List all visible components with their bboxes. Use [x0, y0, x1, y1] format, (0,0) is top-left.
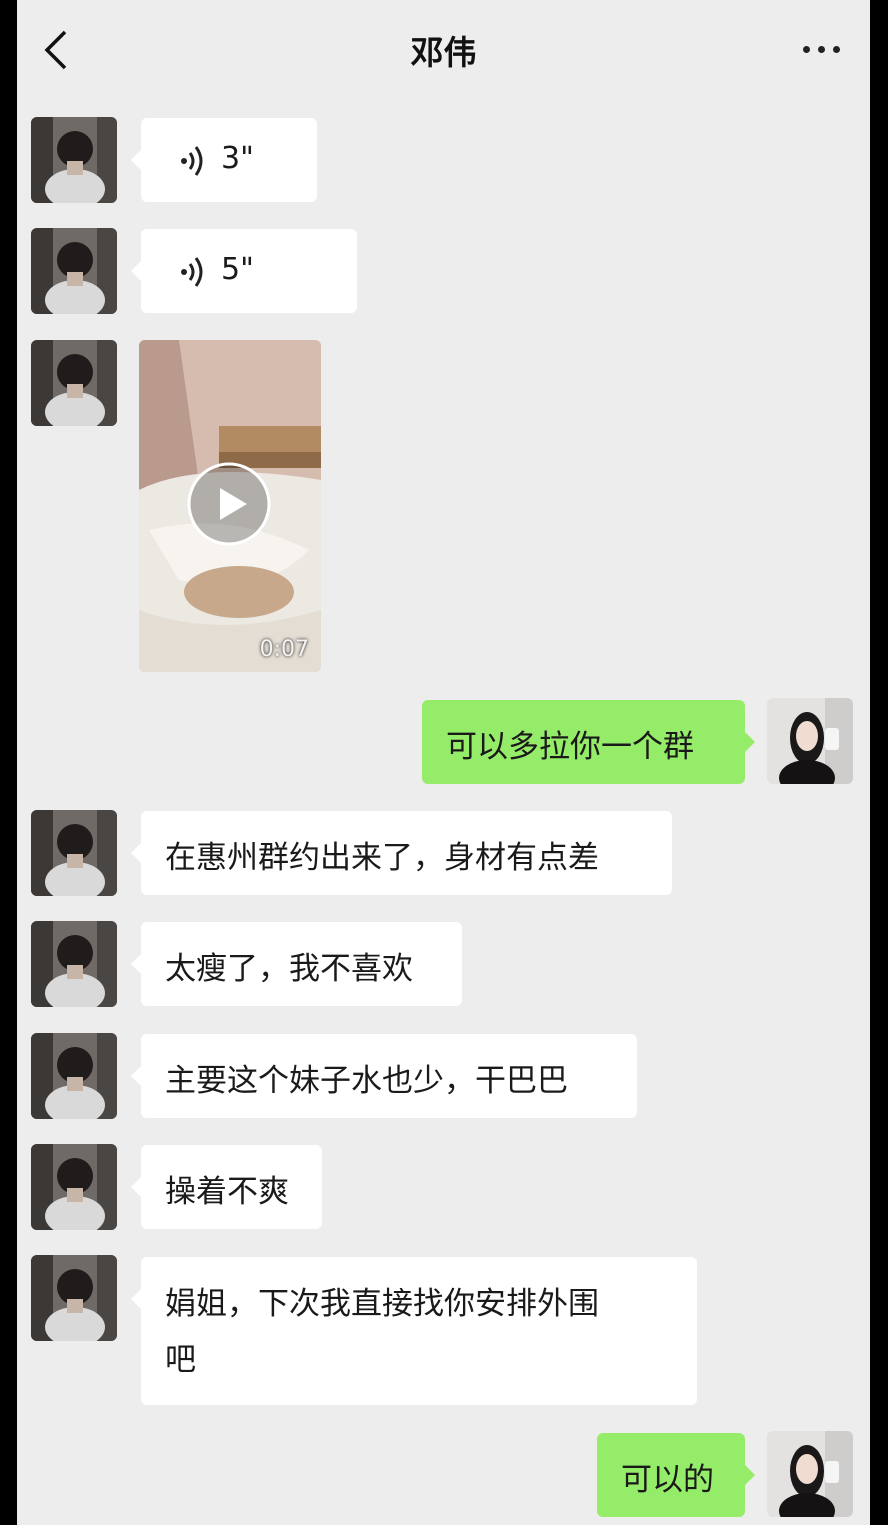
message-text: 主要这个妹子水也少，干巴巴: [165, 1063, 568, 1099]
message-text: 操着不爽: [165, 1174, 289, 1210]
contact-avatar[interactable]: [31, 1144, 117, 1230]
incoming-message[interactable]: 主要这个妹子水也少，干巴巴: [131, 1034, 637, 1118]
message-text: 可以多拉你一个群: [446, 729, 694, 765]
video-message[interactable]: 0:07: [139, 340, 321, 672]
incoming-message[interactable]: 在惠州群约出来了，身材有点差: [131, 811, 672, 895]
outgoing-message[interactable]: 可以多拉你一个群: [422, 700, 755, 784]
voice-duration: 3": [221, 141, 254, 176]
play-icon[interactable]: [187, 462, 271, 546]
video-duration: 0:07: [259, 637, 309, 662]
more-dots-icon[interactable]: [797, 30, 847, 70]
message-text-line: 娟姐，下次我直接找你安排外围: [165, 1286, 599, 1322]
message-text: 在惠州群约出来了，身材有点差: [165, 840, 599, 876]
message-text: 可以的: [621, 1462, 714, 1498]
chat-screen: 邓伟 3" 5" 0:07 可以多拉你一个群 在惠州群约出来了，身材有点差 太瘦…: [17, 0, 870, 1525]
voice-duration: 5": [221, 252, 254, 287]
voice-message[interactable]: 5": [131, 229, 357, 313]
incoming-message[interactable]: 操着不爽: [131, 1145, 322, 1229]
contact-avatar[interactable]: [31, 228, 117, 314]
incoming-message[interactable]: 娟姐，下次我直接找你安排外围 吧: [131, 1257, 697, 1405]
voice-wave-icon: [181, 257, 203, 287]
my-avatar[interactable]: [767, 1431, 853, 1517]
chat-header: 邓伟: [17, 0, 870, 100]
outgoing-message[interactable]: 可以的: [597, 1433, 755, 1517]
voice-message[interactable]: 3": [131, 118, 317, 202]
contact-avatar[interactable]: [31, 1255, 117, 1341]
contact-avatar[interactable]: [31, 117, 117, 203]
incoming-message[interactable]: 太瘦了，我不喜欢: [131, 922, 462, 1006]
contact-avatar[interactable]: [31, 340, 117, 426]
voice-wave-icon: [181, 146, 203, 176]
chat-title: 邓伟: [410, 33, 477, 72]
message-text: 太瘦了，我不喜欢: [165, 951, 413, 987]
my-avatar[interactable]: [767, 698, 853, 784]
contact-avatar[interactable]: [31, 810, 117, 896]
contact-avatar[interactable]: [31, 1033, 117, 1119]
message-text-line: 吧: [165, 1342, 196, 1378]
contact-avatar[interactable]: [31, 921, 117, 1007]
